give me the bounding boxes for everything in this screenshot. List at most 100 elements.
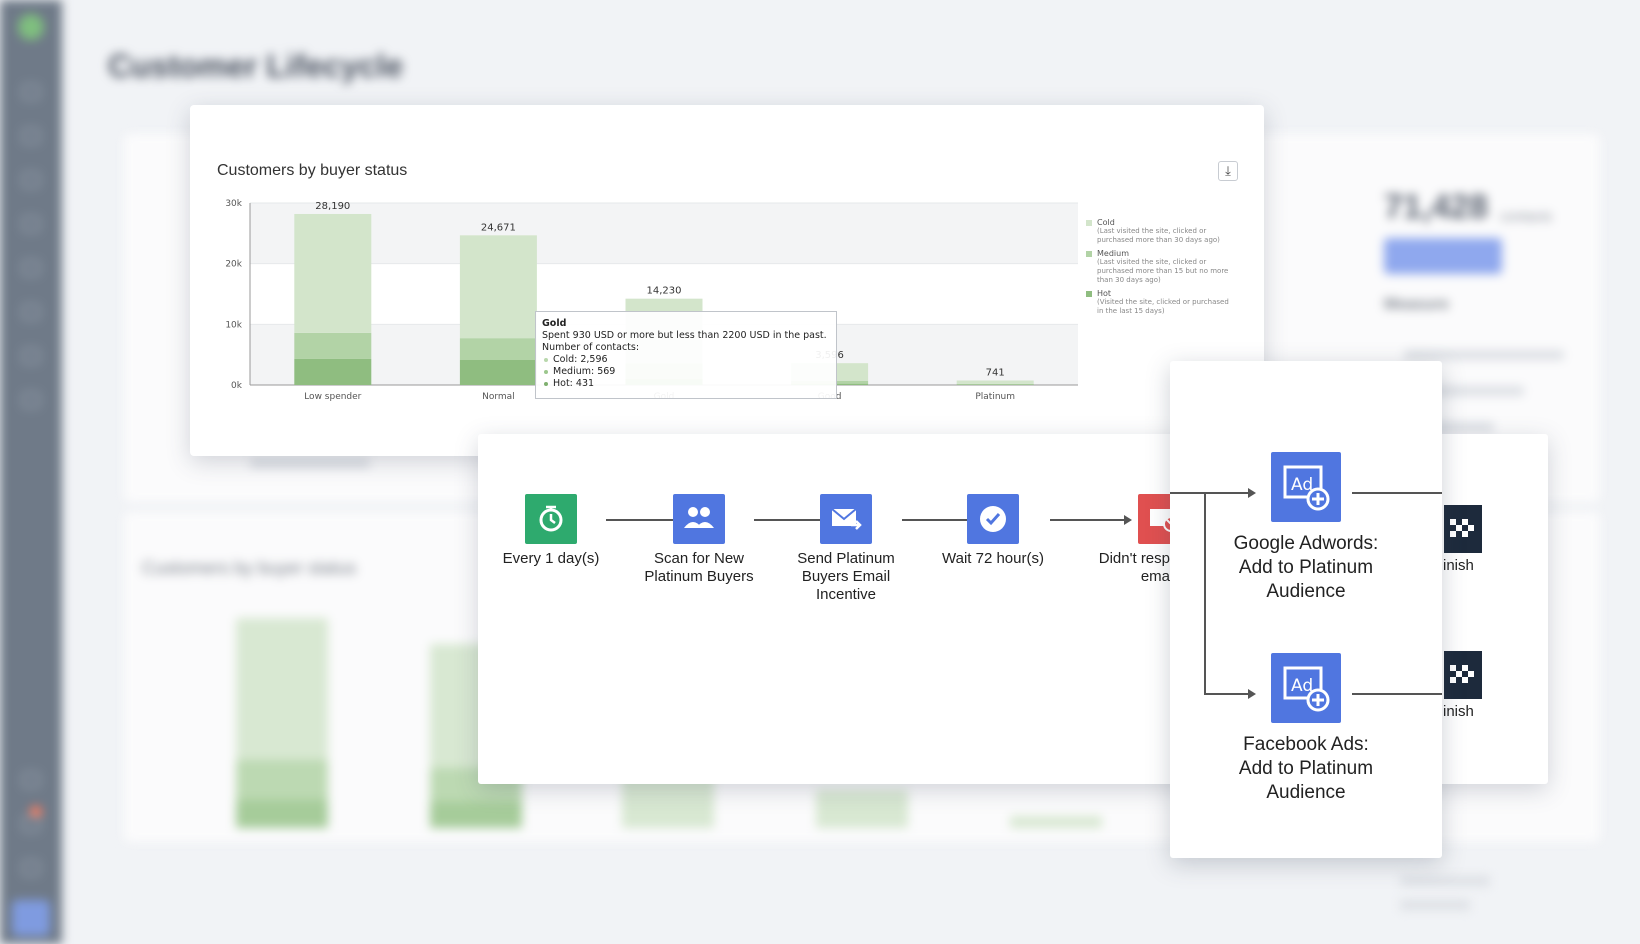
legend-desc: (Visited the site, clicked or purchased …: [1097, 298, 1229, 315]
check-timer-icon: [967, 494, 1019, 544]
dashboard-icon[interactable]: [22, 128, 40, 144]
bg-option-line: [1400, 876, 1490, 886]
reports-icon[interactable]: [22, 260, 40, 276]
page-title: Customer Lifecycle: [108, 48, 404, 84]
bg-bar: [236, 800, 328, 828]
facebook-ads-label: Facebook Ads: Add to Platinum Audience: [1238, 734, 1374, 803]
brand-logo: [18, 14, 44, 40]
legend-item-cold[interactable]: Cold (Last visited the site, clicked or …: [1086, 218, 1236, 245]
bar-segment-medium: [956, 383, 1034, 385]
clock-refresh-icon: [525, 494, 577, 544]
workflow-node-wait[interactable]: Wait 72 hour(s): [928, 494, 1058, 568]
ad-add-icon: Ad: [1271, 452, 1341, 522]
tooltip-row-text: Hot: 431: [553, 378, 595, 389]
workflow-node-condition[interactable]: Didn't resp ema: [1076, 494, 1170, 586]
tooltip-row-hot: Hot: 431: [542, 378, 830, 390]
bg-measure-label: Measure: [1384, 296, 1449, 313]
tooltip-dot: [544, 382, 548, 386]
bell-icon[interactable]: [22, 816, 40, 832]
workflow-node-label: Scan for New Platinum Buyers: [644, 550, 754, 585]
bg-option-line: [250, 458, 370, 468]
legend-item-medium[interactable]: Medium (Last visited the site, clicked o…: [1086, 249, 1236, 285]
avatar[interactable]: [12, 900, 50, 936]
workflow-node-label: Send Platinum Buyers Email Incentive: [797, 550, 895, 603]
bg-option-line: [1404, 350, 1564, 360]
bg-metric-value: 71,428: [1384, 188, 1488, 226]
y-tick-label: 0k: [231, 381, 243, 391]
bar-value-label: 741: [986, 368, 1005, 379]
workflow-node-label: Didn't resp ema: [1098, 550, 1170, 585]
users-icon: [673, 494, 725, 544]
bar-segment-cold: [956, 380, 1034, 384]
email-icon[interactable]: [22, 304, 40, 320]
finish-label: inish: [1443, 703, 1474, 720]
y-tick-label: 30k: [225, 199, 242, 209]
bar-segment-cold: [459, 235, 537, 339]
chart-tooltip: Gold Spent 930 USD or more but less than…: [535, 311, 837, 399]
x-tick-label: Normal: [482, 392, 515, 402]
x-tick-label: Platinum: [975, 392, 1015, 402]
y-tick-label: 10k: [225, 320, 242, 330]
bg-bar: [236, 760, 328, 800]
search-icon[interactable]: [22, 860, 40, 876]
bar-value-label: 28,190: [315, 201, 350, 212]
integrations-icon[interactable]: [22, 392, 40, 408]
facebook-ads-node[interactable]: Ad Facebook Ads: Add to Platinum Audienc…: [1170, 653, 1442, 805]
bg-section-title: Customers by buyer status: [142, 558, 357, 578]
email-send-icon: [820, 494, 872, 544]
bar-segment-medium: [459, 338, 537, 360]
workflow-node-email[interactable]: Send Platinum Buyers Email Incentive: [781, 494, 911, 604]
bar-value-label: 14,230: [647, 286, 682, 297]
tooltip-title: Gold: [542, 318, 567, 329]
contacts-icon[interactable]: [22, 172, 40, 188]
automation-icon[interactable]: [22, 348, 40, 364]
tooltip-dot: [544, 358, 548, 362]
chart-card: Customers by buyer status ⤓ 0k 10k 20k 30k 2…: [190, 105, 1264, 456]
sidebar: [0, 0, 62, 944]
y-tick-label: 20k: [225, 260, 242, 270]
tooltip-dot: [544, 370, 548, 374]
legend-swatch: [1086, 291, 1092, 297]
workflow-node-label: Every 1 day(s): [502, 550, 600, 567]
bg-action-button[interactable]: [1384, 238, 1502, 274]
tooltip-description: Spent 930 USD or more but less than 2200…: [542, 330, 827, 341]
email-blocked-icon: [1138, 494, 1170, 544]
bar-value-label: 24,671: [481, 222, 516, 233]
bg-bar: [816, 790, 908, 828]
google-adwords-node[interactable]: Ad Google Adwords: Add to Platinum Audie…: [1170, 452, 1442, 604]
finish-node-bottom[interactable]: [1444, 651, 1482, 699]
finish-node-top[interactable]: [1444, 505, 1482, 553]
legend-desc: (Last visited the site, clicked or purch…: [1097, 258, 1229, 284]
x-tick-label: Low spender: [304, 392, 361, 402]
tooltip-row-cold: Cold: 2,596: [542, 354, 830, 366]
chart-legend: Cold (Last visited the site, clicked or …: [1086, 218, 1236, 320]
bg-metric-unit: contacts: [1500, 208, 1553, 224]
bg-option-line: [1400, 900, 1470, 910]
workflow-node-trigger[interactable]: Every 1 day(s): [486, 494, 616, 568]
google-adwords-label: Google Adwords: Add to Platinum Audience: [1233, 533, 1379, 602]
tooltip-row-medium: Medium: 569: [542, 366, 830, 378]
bar-segment-hot: [459, 359, 537, 385]
ad-add-icon: Ad: [1271, 653, 1341, 723]
legend-name: Medium: [1097, 249, 1129, 258]
bg-bar: [1010, 816, 1102, 828]
legend-swatch: [1086, 251, 1092, 257]
help-icon[interactable]: [22, 772, 40, 788]
campaign-icon[interactable]: [22, 216, 40, 232]
tooltip-subheading: Number of contacts:: [542, 342, 640, 353]
workflow-node-label: Wait 72 hour(s): [942, 550, 1044, 567]
workflow-node-scan[interactable]: Scan for New Platinum Buyers: [634, 494, 764, 586]
checkered-flag-icon: [1450, 519, 1474, 537]
legend-item-hot[interactable]: Hot (Visited the site, clicked or purcha…: [1086, 289, 1236, 316]
bar-segment-hot: [294, 358, 372, 385]
bar-segment-medium: [294, 332, 372, 359]
home-icon[interactable]: [22, 84, 40, 100]
grid-band: [250, 203, 1078, 264]
tooltip-row-text: Cold: 2,596: [553, 354, 608, 365]
tooltip-row-text: Medium: 569: [553, 366, 616, 377]
legend-name: Cold: [1097, 218, 1115, 227]
legend-desc: (Last visited the site, clicked or purch…: [1097, 227, 1220, 244]
bg-bar: [430, 802, 522, 828]
legend-name: Hot: [1097, 289, 1112, 298]
finish-label: inish: [1443, 557, 1474, 574]
